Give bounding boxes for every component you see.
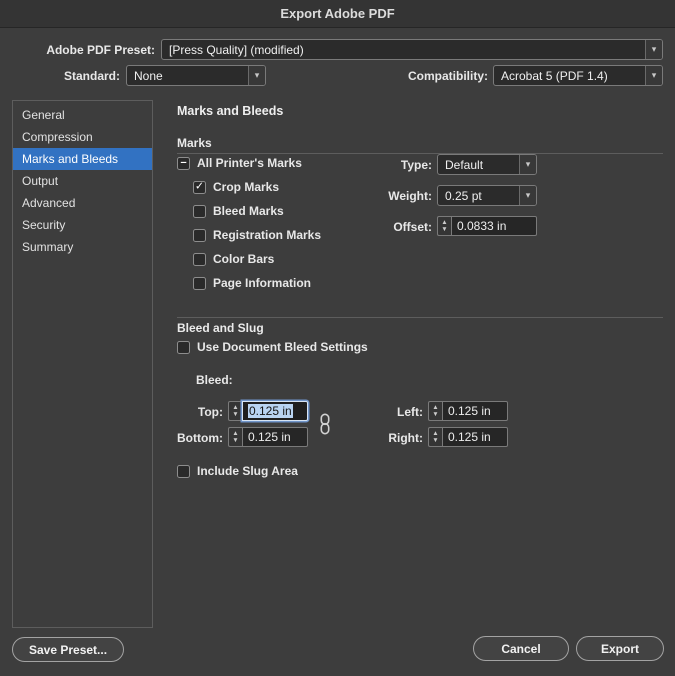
sidebar-item-marks-and-bleeds[interactable]: Marks and Bleeds <box>13 148 152 170</box>
stepper-down-icon: ▼ <box>441 226 448 233</box>
type-dropdown[interactable]: Default ▾ <box>437 154 537 175</box>
standard-value: None <box>134 68 163 83</box>
stepper-up-icon: ▲ <box>232 430 239 437</box>
compatibility-value: Acrobat 5 (PDF 1.4) <box>501 68 608 83</box>
bleed-right-input[interactable]: 0.125 in <box>442 427 508 447</box>
all-printers-marks-label: All Printer's Marks <box>197 156 302 170</box>
bleed-bottom-stepper[interactable]: ▲ ▼ <box>228 427 242 447</box>
registration-marks-checkbox[interactable] <box>193 228 206 242</box>
sidebar-item-output[interactable]: Output <box>13 170 152 192</box>
preset-label: Adobe PDF Preset: <box>46 43 155 57</box>
chevron-down-icon: ▾ <box>248 66 265 85</box>
preset-value: [Press Quality] (modified) <box>169 42 304 57</box>
bleed-left-label: Left: <box>397 405 423 419</box>
chevron-down-icon: ▾ <box>645 40 662 59</box>
bleed-bottom-value: 0.125 in <box>248 430 291 444</box>
chevron-down-icon: ▾ <box>645 66 662 85</box>
marks-and-bleeds-panel: Marks and Bleeds Marks – All Printer's M… <box>168 100 663 628</box>
stepper-up-icon: ▲ <box>432 430 439 437</box>
color-bars-checkbox[interactable] <box>193 252 206 266</box>
link-bleed-values-icon[interactable] <box>317 412 333 436</box>
chain-link-icon <box>320 413 330 435</box>
stepper-down-icon: ▼ <box>232 437 239 444</box>
sidebar-item-security[interactable]: Security <box>13 214 152 236</box>
bleed-marks-checkbox[interactable] <box>193 204 206 218</box>
standard-dropdown[interactable]: None ▾ <box>126 65 266 86</box>
chevron-down-icon: ▾ <box>519 155 536 174</box>
mixed-state-icon: – <box>180 156 187 168</box>
bleed-right-stepper[interactable]: ▲ ▼ <box>428 427 442 447</box>
chevron-down-icon: ▾ <box>519 186 536 205</box>
offset-input[interactable]: 0.0833 in <box>451 216 537 236</box>
weight-value: 0.25 pt <box>445 188 482 203</box>
bleed-top-stepper[interactable]: ▲ ▼ <box>228 401 242 421</box>
sidebar-item-advanced[interactable]: Advanced <box>13 192 152 214</box>
export-button[interactable]: Export <box>576 636 664 661</box>
all-printers-marks-checkbox[interactable]: – <box>177 156 190 170</box>
bleed-and-slug-section-title: Bleed and Slug <box>177 321 264 335</box>
page-information-checkbox[interactable] <box>193 276 206 290</box>
compatibility-dropdown[interactable]: Acrobat 5 (PDF 1.4) ▾ <box>493 65 663 86</box>
bleed-right-label: Right: <box>388 431 423 445</box>
page-title: Marks and Bleeds <box>177 104 284 118</box>
bleed-left-stepper[interactable]: ▲ ▼ <box>428 401 442 421</box>
use-document-bleed-settings-label: Use Document Bleed Settings <box>197 340 368 354</box>
type-label: Type: <box>400 158 432 172</box>
registration-marks-label: Registration Marks <box>213 228 322 242</box>
type-value: Default <box>445 157 484 172</box>
bleed-top-value: 0.125 in <box>248 404 293 418</box>
bleed-left-value: 0.125 in <box>448 404 491 418</box>
section-divider <box>177 153 663 154</box>
offset-stepper[interactable]: ▲ ▼ <box>437 216 451 236</box>
include-slug-area-checkbox[interactable] <box>177 464 190 478</box>
sidebar-item-general[interactable]: General <box>13 104 152 126</box>
bleed-bottom-label: Bottom: <box>177 431 223 445</box>
stepper-down-icon: ▼ <box>232 411 239 418</box>
sidebar-item-compression[interactable]: Compression <box>13 126 152 148</box>
offset-value: 0.0833 in <box>457 219 507 233</box>
dialog-titlebar: Export Adobe PDF <box>0 0 675 28</box>
bleed-top-label: Top: <box>197 405 223 419</box>
weight-label: Weight: <box>388 189 432 203</box>
bleed-left-input[interactable]: 0.125 in <box>442 401 508 421</box>
offset-label: Offset: <box>393 220 432 234</box>
use-document-bleed-settings-checkbox[interactable] <box>177 340 190 354</box>
crop-marks-label: Crop Marks <box>213 180 280 194</box>
standard-label: Standard: <box>63 69 120 83</box>
preset-dropdown[interactable]: [Press Quality] (modified) ▾ <box>161 39 663 60</box>
save-preset-button[interactable]: Save Preset... <box>12 637 125 662</box>
dialog-title: Export Adobe PDF <box>280 6 395 21</box>
bleed-right-value: 0.125 in <box>448 430 491 444</box>
bleed-top-input[interactable]: 0.125 in <box>242 401 308 421</box>
include-slug-area-label: Include Slug Area <box>197 464 298 478</box>
crop-marks-checkbox[interactable]: ✓ <box>193 180 206 194</box>
stepper-down-icon: ▼ <box>432 437 439 444</box>
cancel-button[interactable]: Cancel <box>473 636 569 661</box>
page-information-label: Page Information <box>213 276 312 290</box>
stepper-up-icon: ▲ <box>432 404 439 411</box>
stepper-down-icon: ▼ <box>432 411 439 418</box>
color-bars-label: Color Bars <box>213 252 275 266</box>
sidebar-item-summary[interactable]: Summary <box>13 236 152 258</box>
bleed-label: Bleed: <box>196 373 233 387</box>
stepper-up-icon: ▲ <box>441 219 448 226</box>
export-adobe-pdf-dialog: Export Adobe PDF Adobe PDF Preset: [Pres… <box>0 0 675 676</box>
settings-category-list: General Compression Marks and Bleeds Out… <box>12 100 153 628</box>
check-icon: ✓ <box>194 180 205 192</box>
stepper-up-icon: ▲ <box>232 404 239 411</box>
section-divider <box>177 317 663 318</box>
bleed-marks-label: Bleed Marks <box>213 204 284 218</box>
marks-section-title: Marks <box>177 136 212 150</box>
compatibility-label: Compatibility: <box>408 69 488 83</box>
weight-dropdown[interactable]: 0.25 pt ▾ <box>437 185 537 206</box>
bleed-bottom-input[interactable]: 0.125 in <box>242 427 308 447</box>
